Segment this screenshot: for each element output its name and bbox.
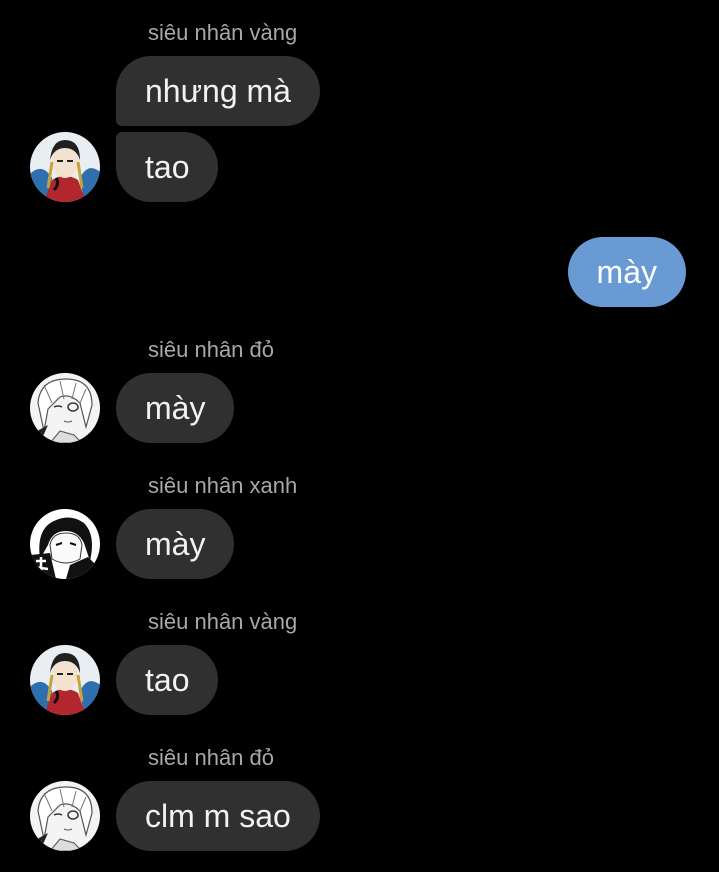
message-bubble[interactable]: mày (116, 509, 235, 579)
message-bubble[interactable]: tao (116, 645, 219, 715)
portrait-icon (30, 781, 100, 851)
portrait-icon (30, 509, 100, 579)
avatar-sieu-nhan-do[interactable] (30, 781, 100, 851)
avatar-sieu-nhan-do[interactable] (30, 373, 100, 443)
sender-name: siêu nhân đỏ (148, 745, 274, 770)
avatar-sieu-nhan-vang[interactable] (30, 132, 100, 202)
portrait-icon (30, 132, 100, 202)
avatar-sieu-nhan-xanh[interactable] (30, 509, 100, 579)
sender-name: siêu nhân đỏ (148, 337, 274, 362)
message-bubble[interactable]: mày (116, 373, 235, 443)
portrait-icon (30, 645, 100, 715)
outgoing-message-bubble[interactable]: mày (567, 237, 686, 307)
portrait-icon (30, 373, 100, 443)
sender-name: siêu nhân vàng (148, 609, 298, 634)
avatar-sieu-nhan-vang[interactable] (30, 645, 100, 715)
message-bubble[interactable]: tao (116, 132, 219, 202)
message-bubble[interactable]: clm m sao (116, 781, 320, 851)
sender-name: siêu nhân xanh (148, 473, 298, 498)
message-bubble[interactable]: nhưng mà (116, 56, 320, 126)
sender-name: siêu nhân vàng (148, 20, 298, 45)
